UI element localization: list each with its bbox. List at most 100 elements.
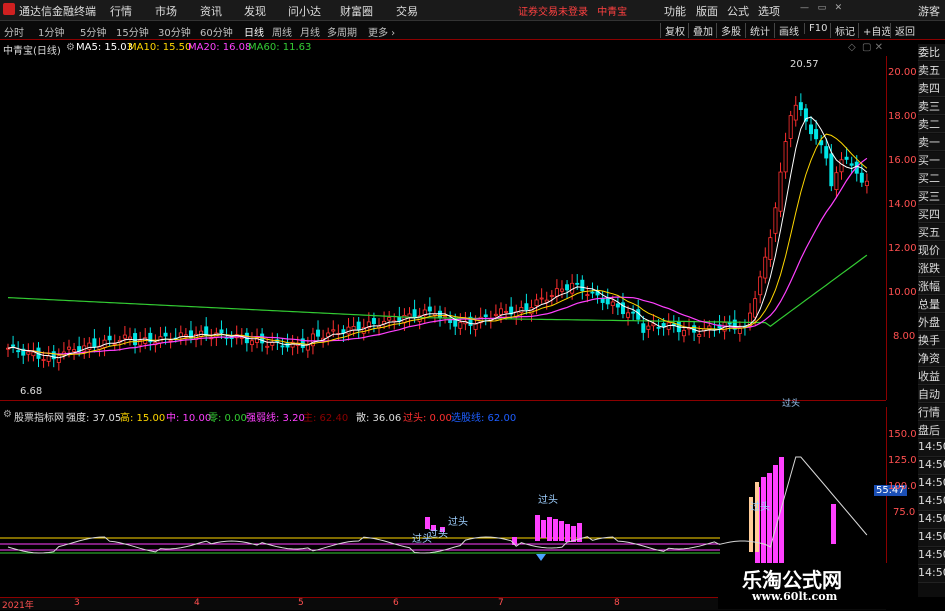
- menu-quotes[interactable]: 行情: [110, 3, 132, 19]
- side-item[interactable]: 净资: [918, 350, 945, 367]
- side-item[interactable]: 卖三: [918, 98, 945, 115]
- side-item[interactable]: 买五: [918, 224, 945, 241]
- candle-body: [605, 298, 610, 305]
- candle-body: [859, 172, 864, 183]
- side-item[interactable]: 行情: [918, 404, 945, 421]
- guotou-label: 过头: [412, 534, 432, 545]
- period-monthly[interactable]: 月线: [300, 24, 320, 39]
- period-daily[interactable]: 日线: [244, 24, 264, 39]
- side-item[interactable]: 委比: [918, 44, 945, 61]
- side-item[interactable]: 14:50: [918, 512, 945, 529]
- candle-body: [498, 308, 503, 315]
- ma60-value: MA60: 11.63: [248, 42, 312, 53]
- menu-formula[interactable]: 公式: [727, 3, 749, 19]
- guest-label[interactable]: 游客: [918, 3, 940, 19]
- period-60min[interactable]: 60分钟: [200, 24, 233, 39]
- menu-wealth[interactable]: 财富圈: [340, 3, 373, 19]
- period-fenshi[interactable]: 分时: [4, 24, 24, 39]
- candle-body: [239, 337, 244, 339]
- tool-f10[interactable]: F10: [804, 23, 827, 34]
- side-item[interactable]: 买三: [918, 188, 945, 205]
- side-item[interactable]: 14:50: [918, 440, 945, 457]
- window-controls[interactable]: — ▭ ✕: [800, 3, 900, 13]
- candle-body: [331, 329, 336, 332]
- menu-ask[interactable]: 问小达: [288, 3, 321, 19]
- date-tick: 8: [614, 598, 620, 608]
- guotou-label: 过头: [538, 495, 558, 506]
- side-item[interactable]: 现价: [918, 242, 945, 259]
- ind-y-tick: 100.0: [888, 481, 917, 492]
- date-tick: 4: [194, 598, 200, 608]
- menu-layout[interactable]: 版面: [696, 3, 718, 19]
- side-item[interactable]: 自动: [918, 386, 945, 403]
- period-30min[interactable]: 30分钟: [158, 24, 191, 39]
- signal-triangle-icon: [536, 554, 546, 561]
- tool-multi-stock[interactable]: 多股: [716, 23, 741, 38]
- candle-body: [458, 321, 463, 329]
- period-multi[interactable]: 多周期: [327, 24, 357, 39]
- candle-body: [814, 129, 819, 140]
- side-item[interactable]: 总量: [918, 296, 945, 313]
- tool-overlay[interactable]: 叠加: [688, 23, 713, 38]
- side-item[interactable]: 换手: [918, 332, 945, 349]
- side-item[interactable]: 14:50: [918, 476, 945, 493]
- menu-discover[interactable]: 发现: [244, 3, 266, 19]
- side-item[interactable]: 盘后: [918, 422, 945, 439]
- side-item[interactable]: 买二: [918, 170, 945, 187]
- candle-body: [727, 322, 732, 325]
- candlestick-chart[interactable]: [0, 56, 887, 400]
- period-more[interactable]: 更多 ›: [368, 24, 395, 39]
- side-item[interactable]: 14:50: [918, 530, 945, 547]
- app-title: 通达信金融终端: [19, 5, 96, 18]
- side-item[interactable]: 涨跌: [918, 260, 945, 277]
- candle-body: [554, 288, 559, 297]
- period-5min[interactable]: 5分钟: [80, 24, 106, 39]
- indicator-bar: [773, 465, 778, 565]
- tool-add-watchlist[interactable]: +自选: [858, 23, 891, 38]
- menu-market[interactable]: 市场: [155, 3, 177, 19]
- tool-mark[interactable]: 标记: [830, 23, 855, 38]
- candle-body: [549, 295, 554, 297]
- side-item[interactable]: 外盘: [918, 314, 945, 331]
- side-item[interactable]: 买四: [918, 206, 945, 223]
- candle-body: [809, 124, 814, 135]
- indicator-bar: [831, 504, 836, 544]
- chart-control-icons[interactable]: ◇ ▢ ✕: [848, 42, 883, 53]
- tool-adjust[interactable]: 复权: [660, 23, 685, 38]
- tool-stats[interactable]: 统计: [745, 23, 770, 38]
- side-item[interactable]: 收益: [918, 368, 945, 385]
- indicator-bar: [761, 477, 766, 567]
- login-notice: 证券交易未登录 中青宝: [518, 7, 628, 18]
- side-item[interactable]: 卖五: [918, 62, 945, 79]
- candle-body: [565, 284, 570, 291]
- side-item[interactable]: 卖一: [918, 134, 945, 151]
- side-item[interactable]: 14:50: [918, 458, 945, 475]
- side-item[interactable]: 14:50: [918, 548, 945, 565]
- settings-gear-icon[interactable]: ⚙: [66, 42, 75, 53]
- indicator-bar: [535, 515, 540, 541]
- ma20-line: [7, 157, 868, 355]
- date-tick: 5: [298, 598, 304, 608]
- side-item[interactable]: 卖二: [918, 116, 945, 133]
- tool-back[interactable]: 返回: [890, 23, 915, 38]
- ma20-value: MA20: 16.08: [188, 42, 252, 53]
- menu-function[interactable]: 功能: [664, 3, 686, 19]
- period-weekly[interactable]: 周线: [272, 24, 292, 39]
- candle-body: [265, 345, 270, 348]
- side-item[interactable]: 14:50: [918, 494, 945, 511]
- side-item[interactable]: 买一: [918, 152, 945, 169]
- side-item[interactable]: 14:50: [918, 566, 945, 583]
- candle-body: [798, 102, 803, 111]
- period-1min[interactable]: 1分钟: [38, 24, 64, 39]
- side-item[interactable]: 涨幅: [918, 278, 945, 295]
- period-15min[interactable]: 15分钟: [116, 24, 149, 39]
- menu-trade[interactable]: 交易: [396, 3, 418, 19]
- candle-body: [473, 323, 478, 330]
- side-item[interactable]: 卖四: [918, 80, 945, 97]
- menu-options[interactable]: 选项: [758, 3, 780, 19]
- tool-draw[interactable]: 画线: [774, 23, 799, 38]
- candle-body: [26, 351, 31, 355]
- indicator-bar: [565, 524, 570, 542]
- menu-news[interactable]: 资讯: [200, 3, 222, 19]
- candle-body: [107, 335, 112, 341]
